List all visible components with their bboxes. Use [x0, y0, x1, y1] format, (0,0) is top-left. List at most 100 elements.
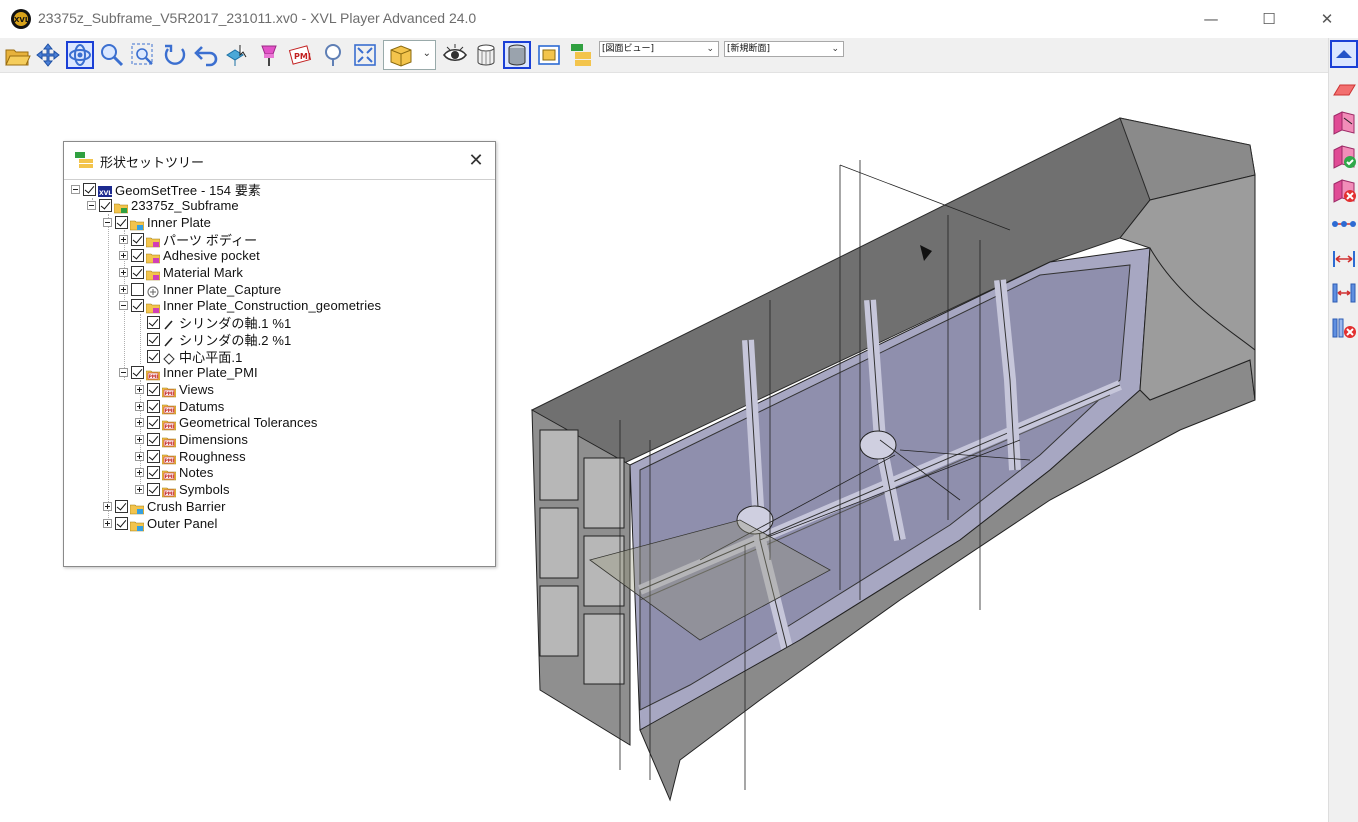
- tree-node[interactable]: PMI Inner Plate_PMI: [119, 365, 258, 381]
- visibility-checkbox[interactable]: [115, 499, 128, 513]
- tree-node[interactable]: Outer Panel: [103, 515, 217, 531]
- tree-node[interactable]: Inner Plate_Construction_geometries: [119, 298, 381, 314]
- visibility-checkbox[interactable]: [131, 282, 144, 296]
- visibility-checkbox[interactable]: [147, 483, 160, 497]
- tree-node[interactable]: Material Mark: [119, 265, 243, 281]
- tree-node[interactable]: シリンダの軸.2 %1: [135, 331, 291, 348]
- tree-node[interactable]: Inner Plate: [103, 214, 211, 231]
- svg-text:PMI: PMI: [165, 491, 175, 497]
- visibility-checkbox[interactable]: [147, 332, 160, 346]
- visibility-checkbox[interactable]: [147, 449, 160, 463]
- tree-node[interactable]: パーツ ボディー: [119, 231, 257, 248]
- zoom-icon[interactable]: [98, 41, 126, 69]
- expand-icon[interactable]: [135, 384, 144, 394]
- undo-icon[interactable]: [192, 41, 220, 69]
- visibility-checkbox[interactable]: [131, 299, 144, 313]
- section-check-icon[interactable]: [1330, 142, 1358, 170]
- visibility-checkbox[interactable]: [147, 316, 160, 330]
- rotate-icon[interactable]: [66, 41, 94, 69]
- visibility-checkbox[interactable]: [83, 182, 96, 196]
- tree-toggle-icon[interactable]: [567, 41, 595, 69]
- section-box-icon[interactable]: [1330, 108, 1358, 136]
- visibility-checkbox[interactable]: [147, 433, 160, 446]
- tree-node[interactable]: 23375z_Subframe: [87, 198, 239, 214]
- eye-icon[interactable]: [441, 41, 469, 69]
- tree-node-label: Outer Panel: [147, 515, 218, 531]
- tree-node[interactable]: PMI Notes: [135, 465, 213, 481]
- pan-icon[interactable]: [34, 41, 62, 69]
- distance-measure-icon[interactable]: [1330, 245, 1358, 273]
- cylinder-shaded-icon[interactable]: [503, 41, 531, 69]
- tree-node[interactable]: XVL GeomSetTree - 154 要素: [71, 181, 261, 198]
- folder-green-icon: [113, 199, 129, 214]
- dots-measure-icon[interactable]: [1330, 210, 1358, 238]
- tree-node-label: Inner Plate_Construction_geometries: [163, 298, 382, 314]
- pin-icon[interactable]: [255, 41, 283, 69]
- visibility-checkbox[interactable]: [147, 349, 160, 363]
- collapse-icon[interactable]: [103, 217, 112, 227]
- visibility-checkbox[interactable]: [147, 466, 160, 480]
- expand-icon[interactable]: [135, 435, 144, 444]
- expand-icon[interactable]: [103, 501, 112, 511]
- redo-view-icon[interactable]: [161, 41, 189, 69]
- expand-icon[interactable]: [135, 418, 144, 428]
- tree-node[interactable]: PMI Views: [135, 381, 214, 398]
- select-icon[interactable]: [223, 41, 251, 69]
- visibility-checkbox[interactable]: [131, 366, 144, 380]
- pmi-icon[interactable]: PMI: [287, 41, 315, 69]
- tree-node[interactable]: PMI Geometrical Tolerances: [135, 415, 318, 431]
- expand-icon[interactable]: [119, 284, 128, 294]
- expand-icon[interactable]: [119, 251, 128, 261]
- tree-node[interactable]: シリンダの軸.1 %1: [135, 315, 291, 331]
- visibility-checkbox[interactable]: [147, 382, 160, 396]
- tree-node[interactable]: Crush Barrier: [103, 498, 226, 515]
- section-select[interactable]: [新規断面] ⌄: [724, 41, 844, 57]
- expand-icon[interactable]: [119, 234, 128, 244]
- minimize-button[interactable]: —: [1182, 0, 1240, 38]
- svg-text:PMI: PMI: [149, 374, 159, 380]
- close-icon[interactable]: ✕: [464, 148, 488, 172]
- tree-node[interactable]: PMI Dimensions: [135, 432, 248, 448]
- gap-measure-icon[interactable]: [1330, 279, 1358, 307]
- close-button[interactable]: ✕: [1298, 0, 1356, 38]
- fit-icon[interactable]: [351, 41, 379, 69]
- collapse-up-icon[interactable]: [1330, 40, 1358, 68]
- maximize-button[interactable]: ☐: [1240, 0, 1298, 38]
- frame-icon[interactable]: [535, 41, 563, 69]
- visibility-checkbox[interactable]: [147, 399, 160, 413]
- visibility-checkbox[interactable]: [99, 199, 112, 213]
- collapse-icon[interactable]: [71, 184, 80, 194]
- open-icon[interactable]: [3, 41, 31, 69]
- cylinder-wire-icon[interactable]: [472, 41, 500, 69]
- tree-node[interactable]: Inner Plate_Capture: [119, 281, 281, 298]
- plane-icon[interactable]: [1330, 75, 1358, 103]
- collapse-icon[interactable]: [119, 301, 128, 311]
- tree-node[interactable]: Adhesive pocket: [119, 248, 260, 264]
- visibility-checkbox[interactable]: [131, 249, 144, 263]
- tree-node[interactable]: PMI Datums: [135, 398, 224, 414]
- expand-icon[interactable]: [135, 468, 144, 478]
- pmi-icon: PMI: [161, 466, 177, 481]
- app-logo-icon: XVL: [10, 8, 32, 30]
- tree-node[interactable]: 中心平面.1: [135, 348, 242, 365]
- section-delete-icon[interactable]: [1330, 176, 1358, 204]
- expand-icon[interactable]: [135, 401, 144, 411]
- expand-icon[interactable]: [135, 485, 144, 495]
- collapse-icon[interactable]: [87, 201, 96, 211]
- visibility-checkbox[interactable]: [115, 516, 128, 530]
- expand-icon[interactable]: [119, 268, 128, 277]
- view-select[interactable]: [図面ビュー] ⌄: [599, 41, 719, 57]
- visibility-checkbox[interactable]: [115, 215, 128, 229]
- balloon-icon[interactable]: [319, 41, 347, 69]
- expand-icon[interactable]: [103, 518, 112, 528]
- zoom-box-icon[interactable]: [129, 41, 157, 69]
- view-direction-dropdown[interactable]: ⌄: [383, 40, 436, 70]
- tree-node[interactable]: PMI Roughness: [135, 448, 246, 464]
- visibility-checkbox[interactable]: [131, 232, 144, 246]
- measure-delete-icon[interactable]: [1330, 314, 1358, 342]
- expand-icon[interactable]: [135, 451, 144, 461]
- visibility-checkbox[interactable]: [131, 266, 144, 279]
- collapse-icon[interactable]: [119, 368, 128, 378]
- visibility-checkbox[interactable]: [147, 416, 160, 430]
- tree-node[interactable]: PMI Symbols: [135, 482, 230, 498]
